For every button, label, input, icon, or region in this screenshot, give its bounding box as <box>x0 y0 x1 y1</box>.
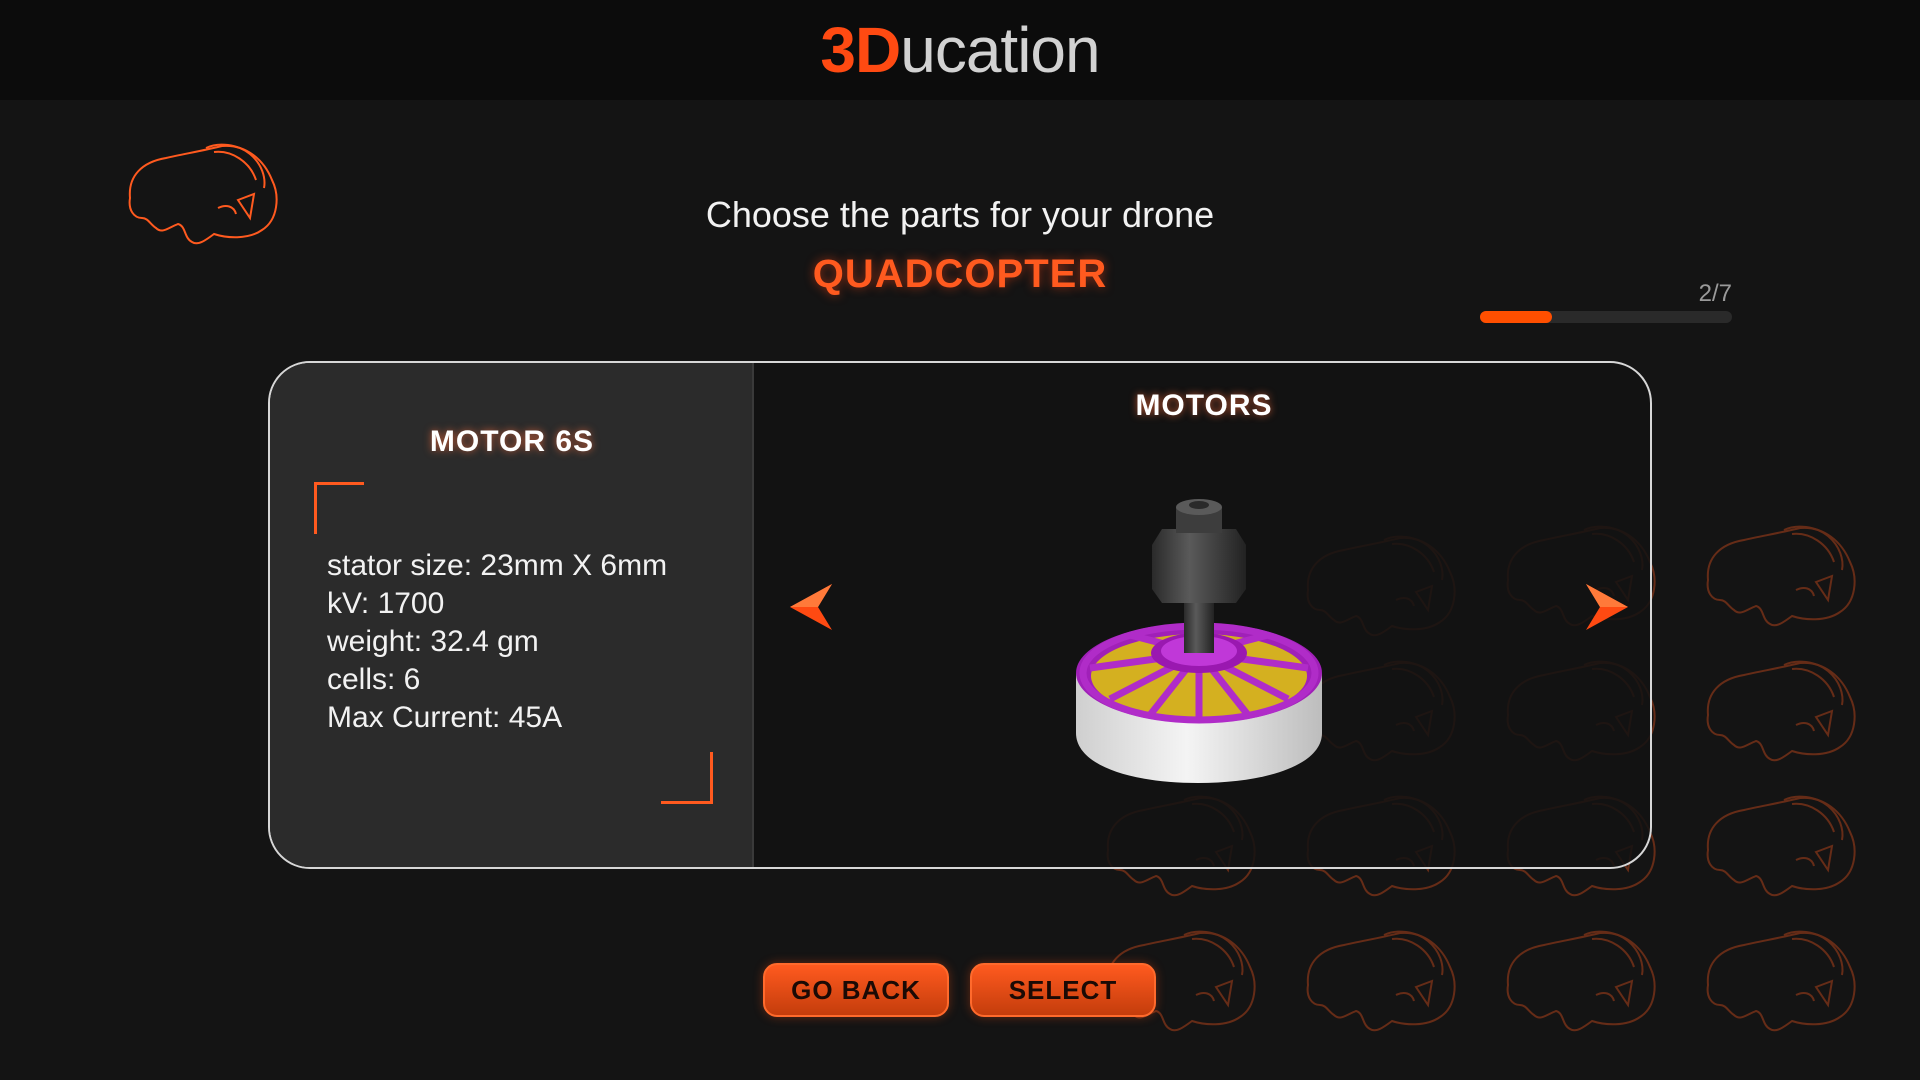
progress-bar <box>1480 311 1732 323</box>
part-specs: stator size: 23mm X 6mm kV: 1700 weight:… <box>327 547 667 737</box>
spec-max-current: Max Current: 45A <box>327 701 563 734</box>
page-heading: Choose the parts for your drone <box>705 194 1215 235</box>
spec-stator-size: stator size: 23mm X 6mm <box>327 549 668 582</box>
select-button[interactable]: SELECT <box>970 963 1156 1017</box>
part-info-panel: MOTOR 6S stator size: 23mm X 6mm kV: 170… <box>270 363 754 867</box>
app-logo: 3Ducation <box>820 13 1100 87</box>
corner-bracket-top-left <box>314 482 364 534</box>
motor-3d-model[interactable] <box>1070 493 1330 793</box>
spec-cells: cells: 6 <box>327 663 421 696</box>
logo-text: ucation <box>900 14 1100 86</box>
top-bar: 3Ducation <box>0 0 1920 100</box>
arrow-left-icon[interactable] <box>788 582 836 632</box>
progress-label: 2/7 <box>1698 280 1732 307</box>
part-name: MOTOR 6S <box>429 425 595 458</box>
corner-bracket-bottom-right <box>661 752 713 804</box>
logo-accent: 3D <box>820 14 901 86</box>
spec-kv: kV: 1700 <box>327 587 445 620</box>
spec-weight: weight: 32.4 gm <box>327 625 539 658</box>
progress-fill <box>1480 311 1552 323</box>
category-title: MOTORS <box>1135 389 1273 422</box>
part-selector-card: MOTOR 6S stator size: 23mm X 6mm kV: 170… <box>268 361 1652 869</box>
arrow-right-icon[interactable] <box>1582 582 1630 632</box>
go-back-button[interactable]: GO BACK <box>763 963 949 1017</box>
